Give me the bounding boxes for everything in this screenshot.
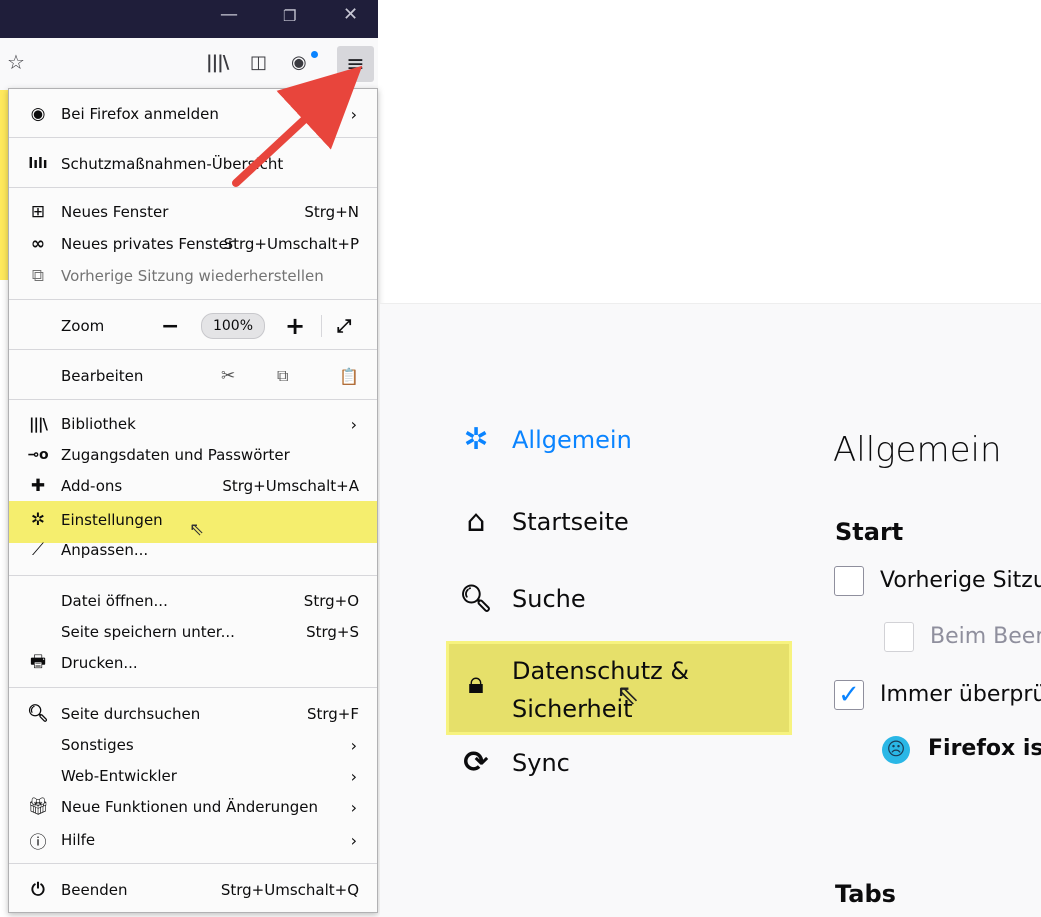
sad-face-icon: ☹ (882, 736, 910, 764)
mouse-cursor-icon: ⇖ (616, 678, 640, 711)
nav-home[interactable]: ⌂ Startseite (456, 504, 628, 539)
nav-general[interactable]: ✲ Allgemein (456, 422, 631, 457)
restore-session-label: Vorherige Sitzu (880, 568, 1041, 593)
nav-sync[interactable]: ⟳ Sync (456, 745, 569, 780)
warn-on-quit-checkbox[interactable] (884, 622, 914, 652)
section-start-heading: Start (835, 518, 904, 546)
nav-search[interactable]: 🔍︎ Suche (456, 584, 585, 614)
default-status-label: Firefox ist (928, 736, 1041, 761)
search-icon: 🔍︎ (459, 584, 493, 614)
lock-icon: 🔒︎ (468, 666, 484, 701)
default-browser-label: Immer überprü (880, 682, 1041, 707)
section-tabs-heading: Tabs (835, 880, 896, 908)
sync-icon: ⟳ (463, 745, 489, 780)
page-title: Allgemein (833, 430, 1002, 470)
default-browser-checkbox[interactable]: ✓ (834, 680, 864, 710)
nav-privacy[interactable]: 🔒︎ Datenschutz & Sicherheit ⇖ (456, 652, 689, 728)
warn-on-quit-label: Beim Beer (930, 624, 1041, 649)
home-icon: ⌂ (466, 504, 486, 539)
restore-session-checkbox[interactable] (834, 566, 864, 596)
gear-icon: ✲ (463, 422, 489, 457)
